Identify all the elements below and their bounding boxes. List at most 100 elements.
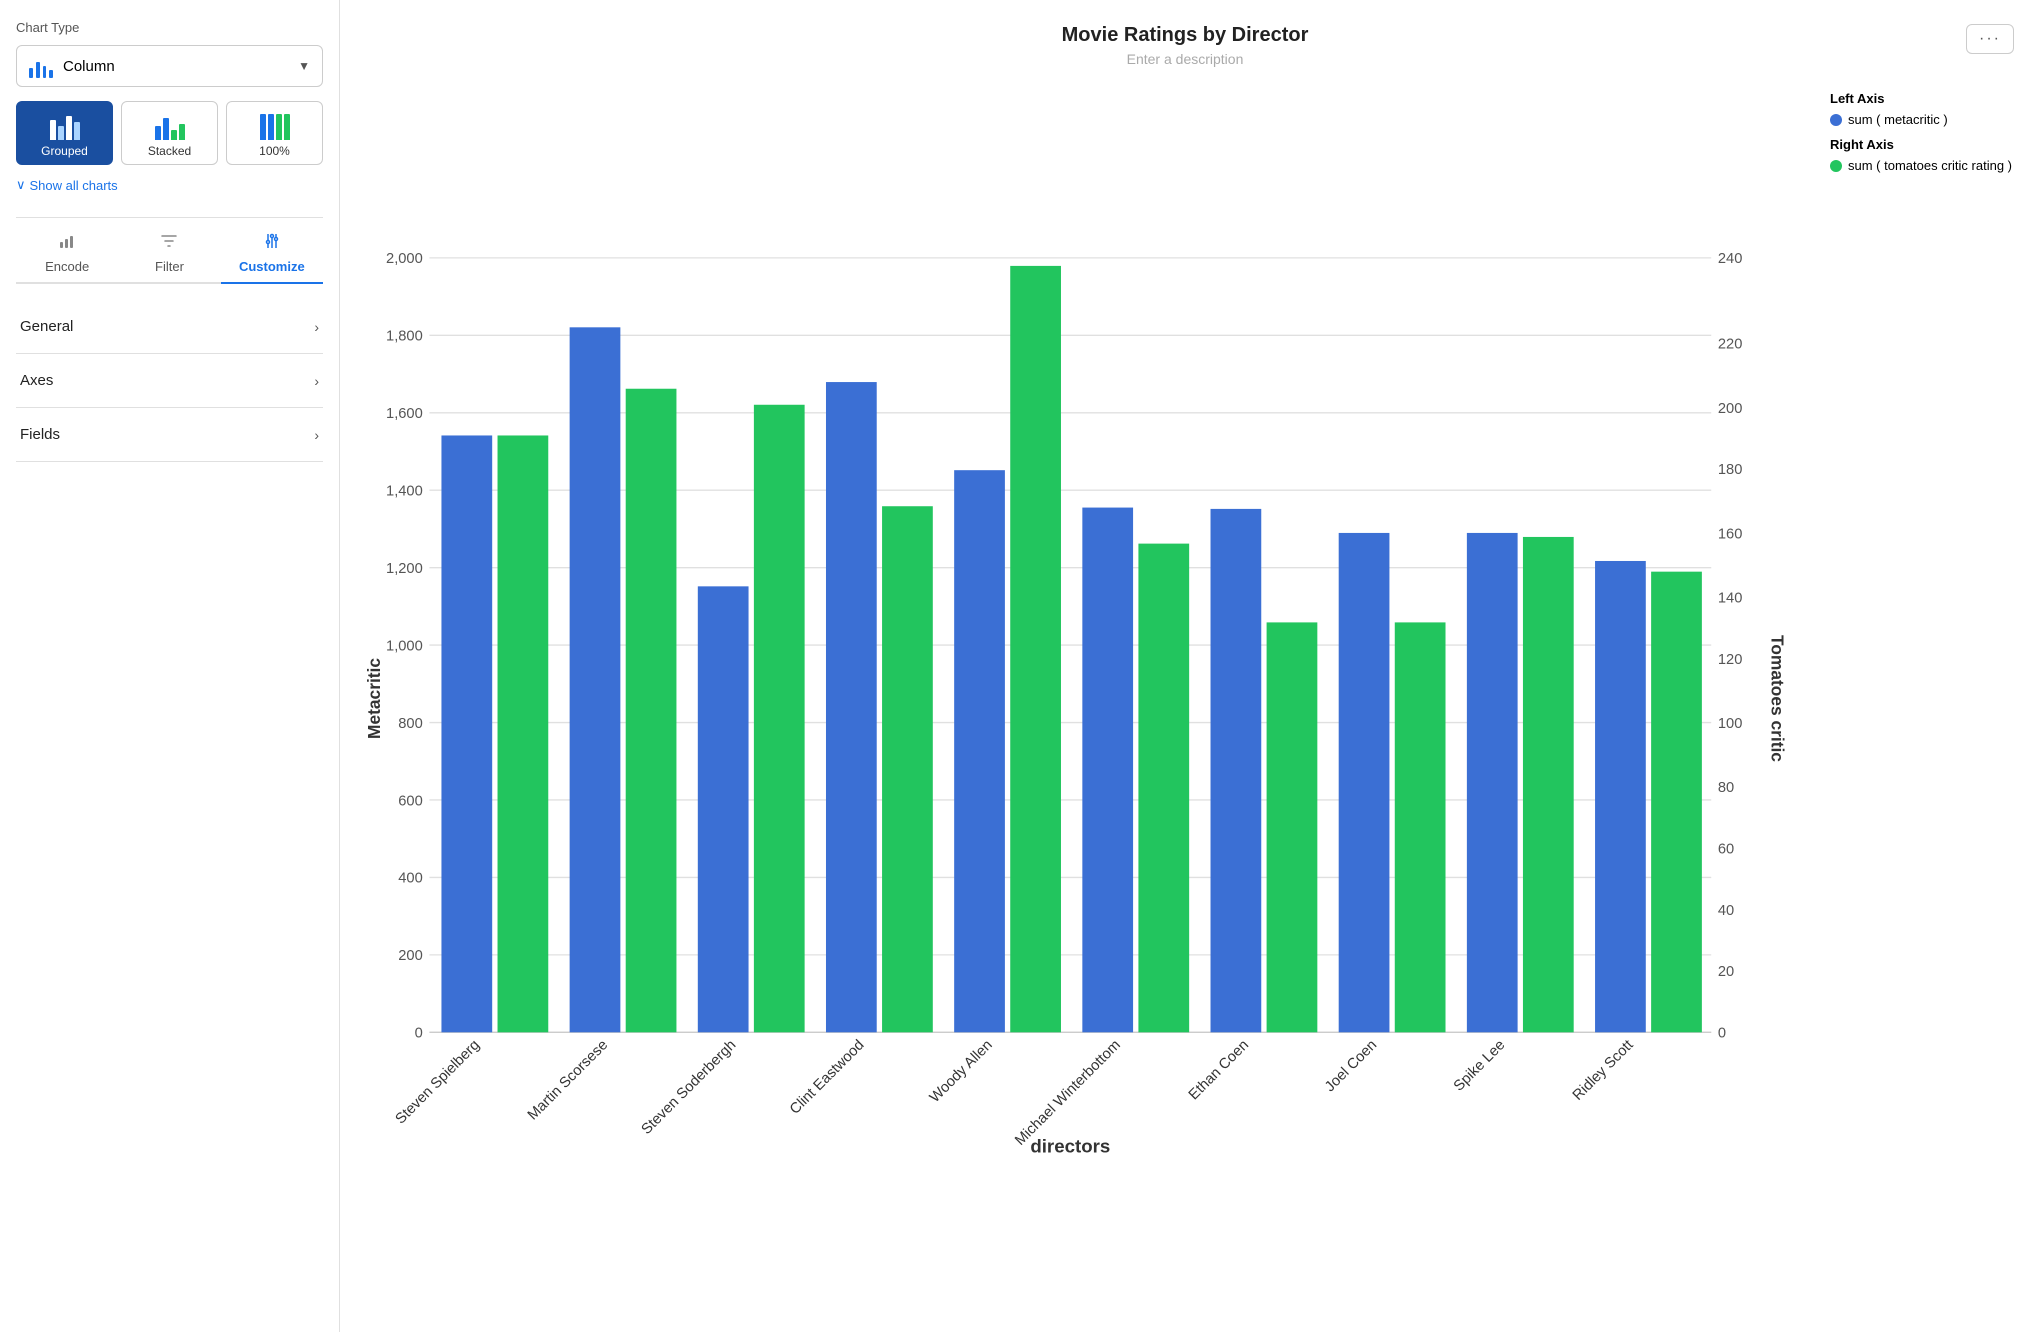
variant-grouped-label: Grouped (41, 144, 88, 158)
svg-text:160: 160 (1718, 526, 1742, 542)
y-axis-right-label: Tomatoes critic (1767, 635, 1787, 762)
chart-variants: Grouped Stacked 100% (16, 101, 323, 165)
variant-100pct-label: 100% (259, 144, 290, 158)
legend-blue-dot (1830, 114, 1842, 126)
svg-text:0: 0 (1718, 1026, 1726, 1042)
x-label-spielberg: Steven Spielberg (393, 1037, 483, 1127)
x-label-ethancoen: Ethan Coen (1186, 1037, 1252, 1103)
variant-grouped[interactable]: Grouped (16, 101, 113, 165)
grouped-icon (50, 112, 80, 140)
accordion-general: General › (16, 300, 323, 354)
bar-ethancoen-green (1267, 622, 1318, 1032)
svg-text:220: 220 (1718, 337, 1742, 353)
legend-green-dot (1830, 160, 1842, 172)
legend-left-axis: Left Axis sum ( metacritic ) (1830, 91, 2014, 127)
tab-customize[interactable]: Customize (221, 222, 323, 284)
x-label-soderbergh: Steven Soderbergh (639, 1037, 740, 1138)
bar-chart-svg: Metacritic Tomatoes critic (356, 81, 1798, 1316)
legend-right-axis: Right Axis sum ( tomatoes critic rating … (1830, 137, 2014, 173)
svg-text:200: 200 (1718, 401, 1742, 417)
bar-joelcoen-blue (1339, 533, 1390, 1032)
accordion-fields-label: Fields (20, 426, 60, 443)
tab-encode-label: Encode (45, 259, 89, 274)
chevron-down-small-icon: ∨ (16, 177, 26, 193)
x-label-eastwood: Clint Eastwood (787, 1037, 868, 1118)
chart-area: Metacritic Tomatoes critic (356, 81, 1798, 1316)
chevron-right-icon-3: › (314, 427, 319, 443)
divider-1 (16, 217, 323, 218)
accordion-axes-header[interactable]: Axes › (16, 354, 323, 407)
bar-spikeLee-green (1523, 537, 1574, 1032)
customize-icon (263, 232, 281, 255)
x-label-allen: Woody Allen (927, 1037, 996, 1106)
svg-text:120: 120 (1718, 652, 1742, 668)
legend-left-axis-title: Left Axis (1830, 91, 2014, 106)
svg-text:140: 140 (1718, 590, 1742, 606)
variant-stacked[interactable]: Stacked (121, 101, 218, 165)
show-all-charts-label: Show all charts (30, 178, 118, 193)
variant-100pct[interactable]: 100% (226, 101, 323, 165)
svg-text:1,600: 1,600 (386, 406, 423, 422)
bar-ridleyscott-blue (1595, 561, 1646, 1032)
100pct-icon (260, 112, 290, 140)
bar-eastwood-green (882, 506, 933, 1032)
svg-text:100: 100 (1718, 716, 1742, 732)
accordion-axes: Axes › (16, 354, 323, 408)
svg-text:1,400: 1,400 (386, 484, 423, 500)
legend-right-axis-item: sum ( tomatoes critic rating ) (1848, 158, 2012, 173)
legend-left-axis-item: sum ( metacritic ) (1848, 112, 1948, 127)
chevron-right-icon-2: › (314, 373, 319, 389)
x-label-winterbottom: Michael Winterbottom (1012, 1037, 1124, 1149)
bar-ethancoen-blue (1211, 509, 1262, 1032)
x-label-scorsese: Martin Scorsese (525, 1037, 611, 1123)
chart-type-name: Column (63, 58, 298, 75)
svg-text:1,800: 1,800 (386, 329, 423, 345)
encode-icon (58, 232, 76, 255)
sidebar-tabs: Encode Filter (16, 222, 323, 284)
bar-scorsese-blue (570, 327, 621, 1032)
variant-stacked-label: Stacked (148, 144, 191, 158)
accordion-general-label: General (20, 318, 73, 335)
accordion-general-header[interactable]: General › (16, 300, 323, 353)
svg-text:40: 40 (1718, 903, 1734, 919)
stacked-icon (155, 112, 185, 140)
tab-filter[interactable]: Filter (118, 222, 220, 282)
svg-text:80: 80 (1718, 780, 1734, 796)
legend-left-item: sum ( metacritic ) (1830, 112, 2014, 127)
svg-text:240: 240 (1718, 251, 1742, 267)
tab-filter-label: Filter (155, 259, 184, 274)
bar-winterbottom-green (1138, 544, 1189, 1033)
y-axis-left-label: Metacritic (364, 658, 384, 739)
tab-encode[interactable]: Encode (16, 222, 118, 282)
accordion-fields: Fields › (16, 408, 323, 462)
bar-spielberg-green (498, 435, 549, 1032)
sidebar: Chart Type Column ▼ Grouped (0, 0, 340, 1332)
svg-text:400: 400 (398, 871, 422, 887)
bar-spikeLee-blue (1467, 533, 1518, 1032)
chart-container: Metacritic Tomatoes critic (356, 81, 2014, 1316)
chart-type-selector[interactable]: Column ▼ (16, 45, 323, 87)
bar-scorsese-green (626, 389, 677, 1033)
svg-text:20: 20 (1718, 964, 1734, 980)
bar-allen-blue (954, 470, 1005, 1032)
svg-text:0: 0 (415, 1026, 423, 1042)
x-label-spikeLee: Spike Lee (1451, 1037, 1508, 1094)
accordion-fields-header[interactable]: Fields › (16, 408, 323, 461)
chart-header: Movie Ratings by Director Enter a descri… (356, 24, 2014, 67)
legend-right-item: sum ( tomatoes critic rating ) (1830, 158, 2014, 173)
filter-icon (160, 232, 178, 255)
svg-text:180: 180 (1718, 462, 1742, 478)
bar-soderbergh-blue (698, 586, 749, 1032)
x-label-ridleyscott: Ridley Scott (1570, 1037, 1637, 1104)
tab-customize-label: Customize (239, 259, 305, 274)
bar-eastwood-blue (826, 382, 877, 1032)
accordion-axes-label: Axes (20, 372, 53, 389)
legend-right-axis-title: Right Axis (1830, 137, 2014, 152)
bar-winterbottom-blue (1082, 508, 1133, 1033)
more-options-button[interactable]: ··· (1966, 24, 2014, 54)
bar-spielberg-blue (441, 435, 492, 1032)
column-chart-icon (29, 54, 53, 78)
chart-legend: Left Axis sum ( metacritic ) Right Axis … (1814, 81, 2014, 1316)
svg-text:200: 200 (398, 948, 422, 964)
show-all-charts-link[interactable]: ∨ Show all charts (16, 177, 323, 193)
